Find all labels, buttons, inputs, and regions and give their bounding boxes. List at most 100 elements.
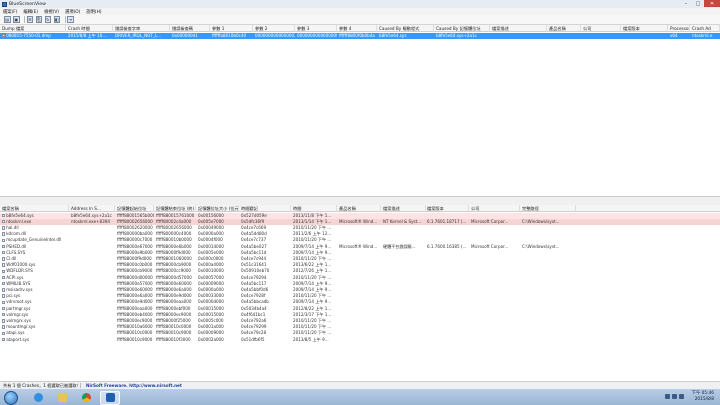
- file-name: Wdf01000.sys: [6, 262, 36, 268]
- table-cell: [490, 33, 547, 39]
- flag-icon[interactable]: [679, 394, 684, 399]
- file-name: hal.dll: [6, 224, 19, 230]
- driver-col-header[interactable]: 完整路徑: [520, 205, 576, 212]
- file-icon: [2, 244, 6, 249]
- driver-col-header[interactable]: 檔案描述: [381, 205, 426, 212]
- file-name: ACPI.sys: [6, 274, 24, 280]
- menu-file[interactable]: 檔案(F): [3, 9, 17, 15]
- pane-splitter[interactable]: [0, 197, 720, 205]
- table-cell: [381, 337, 426, 343]
- table-cell: 0x000000d1: [172, 32, 198, 38]
- file-icon: [2, 238, 6, 243]
- dump-col-header[interactable]: 參數 3: [295, 25, 337, 32]
- file-name: vdrvroot.sys: [6, 299, 32, 305]
- start-button[interactable]: [4, 390, 18, 405]
- file-icon: [2, 288, 6, 292]
- table-row[interactable]: 080815-7550-01.dmp 2015/8/8 上午 10... DRIVE…: [0, 32, 720, 39]
- bluescreenview-icon[interactable]: [100, 390, 120, 405]
- menu-edit[interactable]: 編輯(E): [23, 9, 38, 15]
- table-cell: 0x0002a000: [198, 336, 224, 342]
- file-name: ataport.sys: [6, 336, 30, 342]
- file-icon: [2, 232, 6, 236]
- save-icon[interactable]: ▣: [13, 16, 20, 23]
- dump-col-header[interactable]: 參數 2: [253, 25, 295, 32]
- file-name: kdcom.dll: [6, 231, 27, 237]
- file-name: 080815-7550-01.dmp: [6, 32, 51, 38]
- dump-col-header[interactable]: 參數 1: [210, 25, 253, 32]
- table-cell: b8fe5e64.sys+2a1c: [436, 32, 477, 38]
- dump-col-header[interactable]: 檔案描述: [490, 25, 547, 32]
- driver-col-header[interactable]: 記憶體位址大小 (位元): [196, 205, 239, 212]
- properties-icon[interactable]: ☰: [26, 16, 33, 23]
- table-cell: 0000000000000002: [255, 32, 295, 38]
- dump-col-header[interactable]: 參數 4: [337, 25, 377, 32]
- refresh-icon[interactable]: ↻: [44, 16, 51, 23]
- file-name: CLFS.SYS: [6, 249, 26, 255]
- driver-col-header[interactable]: 記憶體結束位址 (終): [154, 205, 196, 212]
- file-name: volmgrx.sys: [6, 317, 31, 323]
- file-name: msisadrv.sys: [6, 286, 33, 292]
- html-report-icon[interactable]: ◧: [53, 16, 60, 23]
- driver-col-header[interactable]: 時間戳記: [239, 205, 291, 212]
- table-row[interactable]: ataport.sys fffff880010c9000 fffff880010f3…: [0, 337, 720, 343]
- driver-col-header[interactable]: 檔案版本: [425, 205, 469, 212]
- table-cell: [621, 33, 668, 39]
- maximize-button[interactable]: □: [692, 0, 704, 7]
- menu-help[interactable]: 說明(H): [86, 9, 101, 15]
- toolbar-divider: [24, 16, 25, 23]
- driver-col-header[interactable]: 檔案名稱: [0, 205, 69, 212]
- file-icon: [2, 306, 6, 311]
- file-icon: [2, 263, 6, 267]
- exit-icon[interactable]: ⇥: [67, 16, 74, 23]
- file-name: PSHED.dll: [6, 243, 27, 249]
- dump-col-header[interactable]: 產品名稱: [547, 25, 581, 32]
- file-icon: [2, 281, 6, 286]
- file-name: b8fe5e64.sys: [6, 212, 34, 218]
- menu-options[interactable]: 選項(O): [65, 9, 80, 15]
- table-cell: 2015/8/8 上午 10...: [68, 32, 107, 38]
- table-cell: [337, 337, 381, 343]
- chrome-icon[interactable]: [76, 391, 96, 405]
- dump-col-header[interactable]: Dump 檔案: [0, 25, 66, 32]
- file-name: mcupdate_GenuineIntel.dll: [6, 237, 62, 243]
- driver-col-header[interactable]: Address In S...: [69, 205, 115, 212]
- driver-list-pane: 檔案名稱 Address In S... 記憶體起始位址 記憶體結束位址 (終) 記憶體…: [0, 205, 720, 381]
- driver-col-header[interactable]: 公司: [469, 205, 520, 212]
- table-cell: 2013/8/5 上午 9...: [293, 336, 329, 342]
- file-name: ntoskrnl.exe: [6, 218, 32, 224]
- dump-col-header[interactable]: 錯誤檢查字串: [113, 25, 170, 32]
- taskbar: 下午 05:46 2015/8/8: [0, 388, 720, 405]
- driver-col-header[interactable]: 時間: [291, 205, 337, 212]
- file-name: pci.sys: [6, 293, 21, 299]
- file-name: volmgr.sys: [6, 311, 29, 317]
- table-cell: [581, 33, 621, 39]
- menu-view[interactable]: 檢視(V): [44, 9, 59, 15]
- dump-col-header[interactable]: Caused By 記憶體位址: [434, 25, 490, 32]
- dump-col-header[interactable]: 錯誤檢查碼: [170, 25, 210, 32]
- clock[interactable]: 下午 05:46 2015/8/8: [692, 391, 714, 403]
- file-icon: [2, 300, 6, 305]
- file-icon: [2, 219, 6, 224]
- minimize-button[interactable]: –: [680, 0, 692, 7]
- file-icon: [2, 269, 6, 274]
- dump-col-header[interactable]: Crash 時間: [66, 25, 113, 32]
- dump-col-header[interactable]: Processor: [668, 25, 690, 32]
- close-button[interactable]: ✕: [704, 0, 720, 7]
- open-icon[interactable]: ▤: [4, 16, 11, 23]
- table-cell: [69, 337, 115, 343]
- explorer-icon[interactable]: [52, 391, 72, 405]
- ie-icon[interactable]: [28, 391, 48, 405]
- system-tray: [663, 394, 684, 399]
- driver-col-header[interactable]: 產品名稱: [337, 205, 381, 212]
- file-name: partmgr.sys: [6, 305, 31, 311]
- dump-col-header[interactable]: 公司: [581, 25, 621, 32]
- volume-icon[interactable]: [672, 394, 677, 399]
- dump-col-header[interactable]: Caused By 驅動程式: [377, 25, 434, 32]
- dump-col-header[interactable]: 檔案版本: [621, 25, 668, 32]
- file-icon: [2, 33, 6, 38]
- copy-icon[interactable]: ⎘: [35, 16, 42, 23]
- dump-col-header[interactable]: Crash Ad: [690, 25, 720, 32]
- file-icon: [2, 319, 6, 323]
- driver-col-header[interactable]: 記憶體起始位址: [115, 205, 154, 212]
- network-icon[interactable]: [665, 394, 670, 399]
